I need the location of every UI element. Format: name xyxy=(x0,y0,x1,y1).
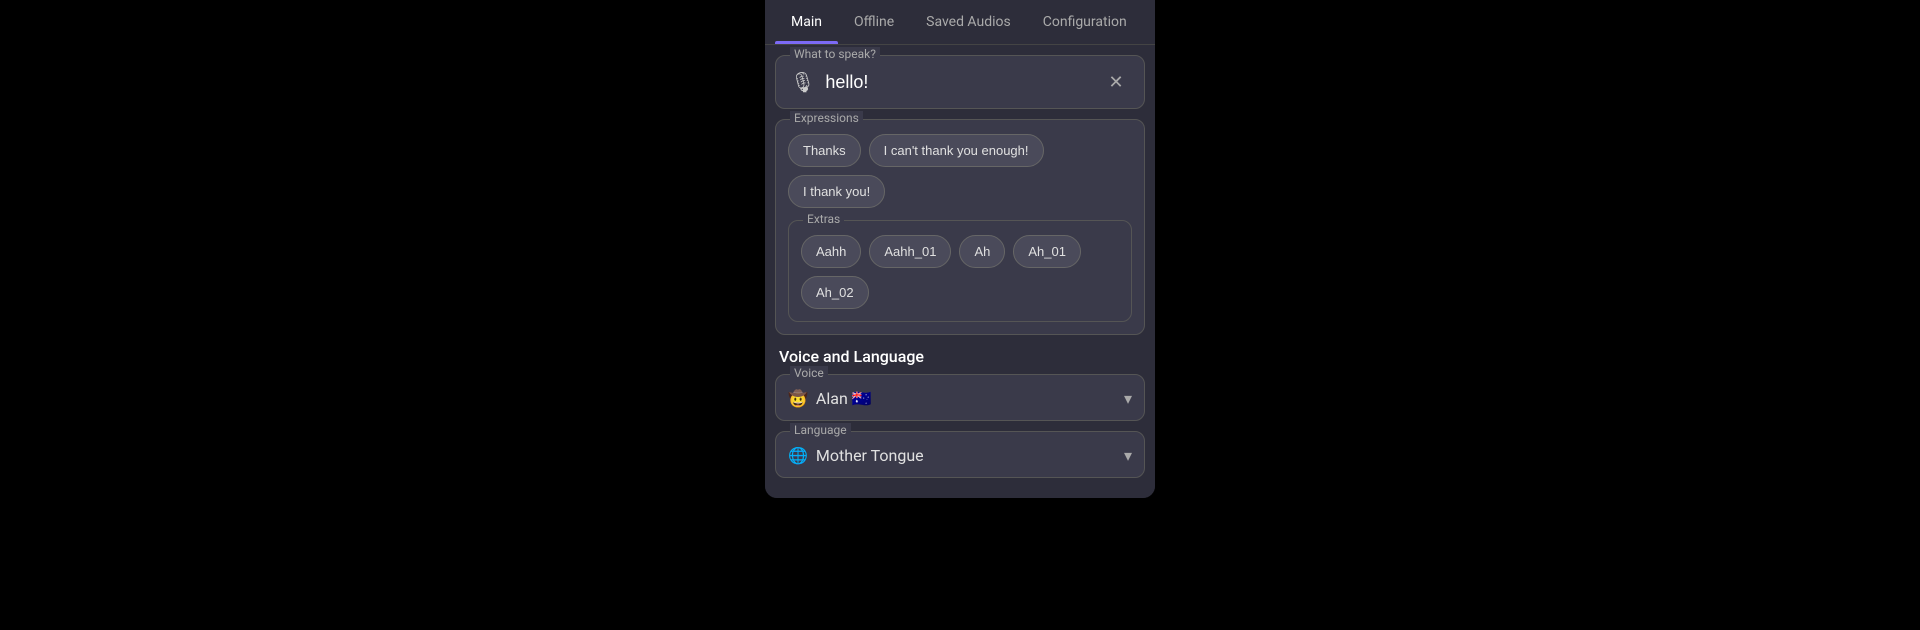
voice-chevron-icon: ▾ xyxy=(1124,389,1132,408)
extra-btn-aahh[interactable]: Aahh xyxy=(801,235,861,268)
mic-icon: 🎙 xyxy=(790,70,815,94)
expr-btn-cant-thank[interactable]: I can't thank you enough! xyxy=(869,134,1044,167)
voice-value-row: 🤠 Alan 🇦🇺 xyxy=(788,389,872,408)
speak-input[interactable] xyxy=(825,72,1092,93)
language-dropdown-row[interactable]: 🌐 Mother Tongue ▾ xyxy=(788,446,1132,465)
tab-offline[interactable]: Offline xyxy=(838,0,910,44)
extra-btn-ah01[interactable]: Ah_01 xyxy=(1013,235,1081,268)
extra-btn-ah[interactable]: Ah xyxy=(959,235,1005,268)
expressions-label: Expressions xyxy=(790,111,863,125)
extra-btn-aahh01[interactable]: Aahh_01 xyxy=(869,235,951,268)
tabs-bar: Main Offline Saved Audios Configuration xyxy=(765,0,1155,45)
speak-label: What to speak? xyxy=(790,47,880,61)
language-label: Language xyxy=(790,423,851,437)
expressions-card: Expressions Thanks I can't thank you eno… xyxy=(775,119,1145,335)
extras-label: Extras xyxy=(803,212,844,226)
voice-dropdown-row[interactable]: 🤠 Alan 🇦🇺 ▾ xyxy=(788,389,1132,408)
voice-value: Alan 🇦🇺 xyxy=(816,389,872,408)
voice-language-title: Voice and Language xyxy=(779,347,1145,366)
language-emoji: 🌐 xyxy=(788,446,808,465)
voice-dropdown-card: Voice 🤠 Alan 🇦🇺 ▾ xyxy=(775,374,1145,421)
main-content: What to speak? 🎙 ✕ Expressions Thanks I … xyxy=(765,45,1155,498)
language-value-row: 🌐 Mother Tongue xyxy=(788,446,924,465)
tab-main[interactable]: Main xyxy=(775,0,838,44)
voice-emoji: 🤠 xyxy=(788,389,808,408)
tab-configuration[interactable]: Configuration xyxy=(1027,0,1143,44)
speak-card: What to speak? 🎙 ✕ xyxy=(775,55,1145,109)
expr-btn-i-thank[interactable]: I thank you! xyxy=(788,175,885,208)
speak-input-row: 🎙 ✕ xyxy=(790,68,1130,96)
language-chevron-icon: ▾ xyxy=(1124,446,1132,465)
voice-label: Voice xyxy=(790,366,828,380)
app-container: Main Offline Saved Audios Configuration … xyxy=(765,0,1155,498)
clear-button[interactable]: ✕ xyxy=(1102,68,1130,96)
expr-btn-thanks[interactable]: Thanks xyxy=(788,134,861,167)
language-value: Mother Tongue xyxy=(816,446,924,465)
voice-language-section: Voice and Language Voice 🤠 Alan 🇦🇺 ▾ Lan… xyxy=(775,347,1145,478)
tab-saved-audios[interactable]: Saved Audios xyxy=(910,0,1027,44)
extra-btn-ah02[interactable]: Ah_02 xyxy=(801,276,869,309)
extras-card: Extras Aahh Aahh_01 Ah Ah_01 Ah_02 xyxy=(788,220,1132,322)
language-dropdown-card: Language 🌐 Mother Tongue ▾ xyxy=(775,431,1145,478)
extras-row: Aahh Aahh_01 Ah Ah_01 Ah_02 xyxy=(801,235,1119,309)
expressions-row: Thanks I can't thank you enough! I thank… xyxy=(788,134,1132,208)
